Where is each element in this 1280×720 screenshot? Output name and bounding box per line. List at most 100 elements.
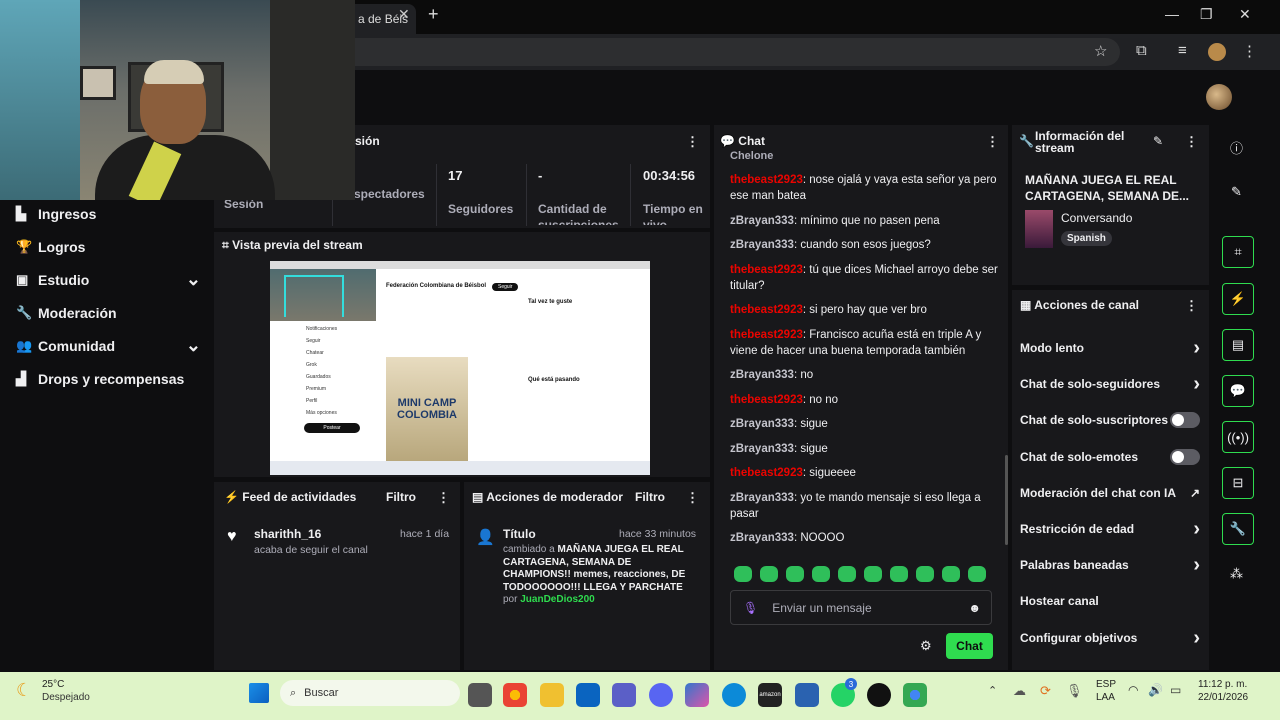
emote-icon[interactable]: [942, 566, 960, 582]
feed-item-user[interactable]: sharithh_16: [254, 527, 321, 541]
channel-action[interactable]: Configurar objetivos ›: [1020, 628, 1200, 648]
extensions-icon[interactable]: ⧉: [1136, 42, 1147, 59]
new-tab-button[interactable]: +: [428, 4, 439, 25]
chat-username[interactable]: thebeast2923: [730, 174, 803, 186]
emote-icon[interactable]: [916, 566, 934, 582]
chevron-down-icon[interactable]: ⌄: [186, 269, 201, 290]
toggle-switch[interactable]: [1170, 448, 1200, 465]
chat-username[interactable]: thebeast2923: [730, 304, 803, 316]
volume-icon[interactable]: 🔊: [1148, 683, 1163, 697]
chat-username[interactable]: zBrayan333: [730, 532, 794, 544]
keyboard-lang[interactable]: ESP: [1096, 679, 1116, 690]
broadcast-button[interactable]: ((•)): [1222, 421, 1254, 453]
wrench-button[interactable]: 🔧: [1222, 513, 1254, 545]
task-view-icon[interactable]: [468, 683, 492, 707]
discord-icon[interactable]: [649, 683, 673, 707]
channel-action[interactable]: Palabras baneadas ›: [1020, 555, 1200, 575]
microphone-icon[interactable]: 🎙: [743, 601, 758, 615]
extensions-dots-icon[interactable]: ⁂: [1230, 566, 1243, 582]
nav-item[interactable]: 👥 Comunidad ⌄: [16, 329, 201, 362]
address-input[interactable]: [240, 38, 1120, 66]
close-window-button[interactable]: ✕: [1239, 6, 1251, 23]
wifi-icon[interactable]: ◠: [1128, 683, 1138, 697]
edge-icon[interactable]: [722, 683, 746, 707]
tray-chevron-icon[interactable]: ⌃: [988, 684, 997, 697]
channel-action[interactable]: Modo lento ›: [1020, 338, 1200, 358]
activity-filter-button[interactable]: Filtro: [386, 490, 416, 504]
edit-icon[interactable]: ✎: [1231, 184, 1242, 200]
notes-button[interactable]: ▤: [1222, 329, 1254, 361]
weather-temp[interactable]: 25°C: [42, 679, 64, 690]
emote-icon[interactable]: [864, 566, 882, 582]
emote-icon[interactable]: [968, 566, 986, 582]
taskbar-search[interactable]: ⌕ Buscar: [280, 680, 460, 706]
nav-item[interactable]: ▙ Ingresos: [16, 197, 201, 230]
file-explorer-icon[interactable]: [540, 683, 564, 707]
mod-filter-button[interactable]: Filtro: [635, 490, 665, 504]
obs-icon[interactable]: [867, 683, 891, 707]
profile-avatar[interactable]: [1208, 43, 1226, 61]
chat-username[interactable]: thebeast2923: [730, 394, 803, 406]
stream-info-menu-icon[interactable]: ⋮: [1185, 134, 1198, 150]
chat-input[interactable]: 🎙 Enviar un mensaje ☻: [730, 590, 992, 625]
store-icon[interactable]: [795, 683, 819, 707]
sync-icon[interactable]: ⟳: [1040, 683, 1051, 699]
emote-icon[interactable]: [760, 566, 778, 582]
browser-menu-icon[interactable]: ⋮: [1242, 42, 1257, 60]
clip-button[interactable]: ⌗: [1222, 236, 1254, 268]
chat-settings-icon[interactable]: ⚙: [920, 638, 932, 654]
chrome-profile-icon[interactable]: [903, 683, 927, 707]
channel-action[interactable]: Restricción de edad ›: [1020, 519, 1200, 539]
channel-actions-menu-icon[interactable]: ⋮: [1185, 298, 1198, 314]
emote-icon[interactable]: [890, 566, 908, 582]
emote-picker-icon[interactable]: ☻: [968, 601, 981, 615]
chrome-icon[interactable]: [503, 683, 527, 707]
session-menu-icon[interactable]: ⋮: [686, 134, 699, 150]
battery-icon[interactable]: ▭: [1170, 683, 1181, 697]
chat-menu-icon[interactable]: ⋮: [986, 134, 999, 150]
teams-icon[interactable]: [612, 683, 636, 707]
chat-username[interactable]: thebeast2923: [730, 467, 803, 479]
channel-action[interactable]: Hostear canal: [1020, 593, 1200, 609]
emote-icon[interactable]: [812, 566, 830, 582]
layout-button[interactable]: ⊟: [1222, 467, 1254, 499]
mic-tray-icon[interactable]: 🎙: [1066, 683, 1083, 699]
language-tag[interactable]: Spanish: [1061, 231, 1112, 246]
chat-username[interactable]: zBrayan333: [730, 239, 794, 251]
emote-icon[interactable]: [734, 566, 752, 582]
chat-username[interactable]: zBrayan333: [730, 369, 794, 381]
clock-time[interactable]: 11:12 p. m.: [1198, 679, 1247, 690]
chat-username[interactable]: zBrayan333: [730, 443, 794, 455]
amazon-icon[interactable]: amazon: [758, 683, 782, 707]
minimize-button[interactable]: —: [1165, 6, 1179, 22]
stream-preview[interactable]: Federación Colombiana de Béisbol Seguir …: [270, 261, 650, 475]
copilot-icon[interactable]: [685, 683, 709, 707]
chat-send-button[interactable]: Chat: [946, 633, 993, 659]
category-name[interactable]: Conversando: [1061, 211, 1132, 225]
bookmark-star-icon[interactable]: ☆: [1094, 42, 1107, 60]
maximize-button[interactable]: ❐: [1200, 6, 1213, 23]
windows-start-icon[interactable]: [249, 683, 269, 703]
activity-menu-icon[interactable]: ⋮: [437, 490, 450, 506]
chat-username[interactable]: thebeast2923: [730, 264, 803, 276]
toggle-switch[interactable]: [1170, 412, 1200, 429]
chat-scrollbar[interactable]: [1005, 455, 1008, 545]
channel-action[interactable]: Chat de solo-emotes: [1020, 448, 1200, 465]
mod-menu-icon[interactable]: ⋮: [686, 490, 699, 506]
chat-username[interactable]: zBrayan333: [730, 418, 794, 430]
nav-item[interactable]: ▣ Estudio ⌄: [16, 263, 201, 296]
edit-pencil-icon[interactable]: ✎: [1153, 134, 1163, 148]
raid-button[interactable]: ⚡: [1222, 283, 1254, 315]
channel-action[interactable]: Moderación del chat con IA ↗: [1020, 485, 1200, 501]
chat-username[interactable]: zBrayan333: [730, 215, 794, 227]
chat-username[interactable]: thebeast2923: [730, 329, 803, 341]
emote-icon[interactable]: [838, 566, 856, 582]
channel-action[interactable]: Chat de solo-suscriptores: [1020, 412, 1200, 429]
outlook-icon[interactable]: [576, 683, 600, 707]
chevron-down-icon[interactable]: ⌄: [186, 335, 201, 356]
emote-icon[interactable]: [786, 566, 804, 582]
info-icon[interactable]: ⓘ: [1230, 138, 1243, 157]
user-avatar[interactable]: [1206, 84, 1232, 110]
media-control-icon[interactable]: ≡: [1178, 42, 1187, 59]
chat-mod-button[interactable]: 💬: [1222, 375, 1254, 407]
